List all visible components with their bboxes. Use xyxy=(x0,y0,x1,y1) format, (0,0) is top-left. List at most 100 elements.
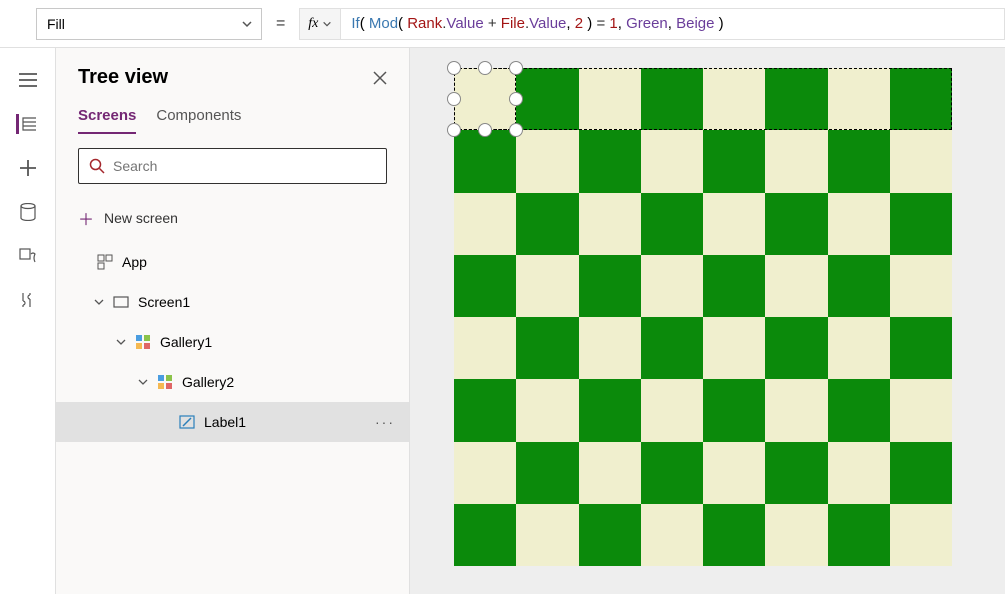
left-rail xyxy=(0,48,56,594)
board-cell[interactable] xyxy=(890,317,952,379)
board-cell[interactable] xyxy=(890,255,952,317)
gallery-icon xyxy=(134,333,152,351)
board-cell[interactable] xyxy=(765,68,827,130)
board-cell[interactable] xyxy=(828,255,890,317)
close-icon[interactable] xyxy=(373,71,387,85)
label-icon xyxy=(178,413,196,431)
board-cell[interactable] xyxy=(890,68,952,130)
board-cell[interactable] xyxy=(703,255,765,317)
board-cell[interactable] xyxy=(454,504,516,566)
board-cell[interactable] xyxy=(828,504,890,566)
board-cell[interactable] xyxy=(765,130,827,192)
new-screen-button[interactable]: ＋ New screen xyxy=(56,194,409,242)
board-cell[interactable] xyxy=(516,442,578,504)
board-cell[interactable] xyxy=(579,193,641,255)
new-screen-label: New screen xyxy=(104,210,178,226)
board-cell[interactable] xyxy=(579,255,641,317)
board-cell[interactable] xyxy=(454,193,516,255)
board-cell[interactable] xyxy=(765,255,827,317)
insert-icon[interactable] xyxy=(18,158,38,178)
board-cell[interactable] xyxy=(516,379,578,441)
tree-panel: Tree view Screens Components ＋ New scree… xyxy=(56,48,410,594)
board-cell[interactable] xyxy=(890,193,952,255)
chevron-down-icon xyxy=(322,19,332,29)
board-cell[interactable] xyxy=(454,317,516,379)
search-input[interactable] xyxy=(113,158,376,174)
board-cell[interactable] xyxy=(890,130,952,192)
board-cell[interactable] xyxy=(703,317,765,379)
board-cell[interactable] xyxy=(516,193,578,255)
board-cell[interactable] xyxy=(828,379,890,441)
board-cell[interactable] xyxy=(890,442,952,504)
board-cell[interactable] xyxy=(641,68,703,130)
board-cell[interactable] xyxy=(703,504,765,566)
board-cell[interactable] xyxy=(765,504,827,566)
board-cell[interactable] xyxy=(579,68,641,130)
board-cell[interactable] xyxy=(828,130,890,192)
board-cell[interactable] xyxy=(641,255,703,317)
board-cell[interactable] xyxy=(579,504,641,566)
board-cell[interactable] xyxy=(516,68,578,130)
tree-item-screen1[interactable]: Screen1 xyxy=(56,282,409,322)
formula-bar: Fill = fx If( Mod( Rank.Value + File.Val… xyxy=(0,0,1005,48)
data-icon[interactable] xyxy=(18,202,38,222)
board-cell[interactable] xyxy=(828,68,890,130)
gallery-icon xyxy=(156,373,174,391)
board-cell[interactable] xyxy=(454,442,516,504)
board-cell[interactable] xyxy=(454,130,516,192)
board-cell[interactable] xyxy=(703,130,765,192)
board-cell[interactable] xyxy=(828,442,890,504)
board-cell[interactable] xyxy=(516,504,578,566)
board-cell[interactable] xyxy=(641,504,703,566)
board-cell[interactable] xyxy=(516,317,578,379)
canvas[interactable] xyxy=(410,48,1005,594)
media-icon[interactable] xyxy=(18,246,38,266)
tree-item-label: Screen1 xyxy=(138,294,190,310)
screen-icon xyxy=(112,293,130,311)
board-cell[interactable] xyxy=(703,379,765,441)
app-icon xyxy=(96,253,114,271)
board-cell[interactable] xyxy=(641,193,703,255)
plus-icon: ＋ xyxy=(78,206,94,230)
tab-components[interactable]: Components xyxy=(156,107,241,134)
board-cell[interactable] xyxy=(579,130,641,192)
board-cell[interactable] xyxy=(641,379,703,441)
board-cell[interactable] xyxy=(828,193,890,255)
board-cell[interactable] xyxy=(454,68,516,130)
board-cell[interactable] xyxy=(641,130,703,192)
board-cell[interactable] xyxy=(765,379,827,441)
board-cell[interactable] xyxy=(890,379,952,441)
property-dropdown[interactable]: Fill xyxy=(36,8,262,40)
more-icon[interactable]: ··· xyxy=(375,414,395,430)
board-cell[interactable] xyxy=(641,442,703,504)
formula-input[interactable]: If( Mod( Rank.Value + File.Value, 2 ) = … xyxy=(341,8,1005,40)
board-cell[interactable] xyxy=(703,442,765,504)
tree-item-gallery1[interactable]: Gallery1 xyxy=(56,322,409,362)
board-cell[interactable] xyxy=(454,379,516,441)
board-cell[interactable] xyxy=(828,317,890,379)
hamburger-icon[interactable] xyxy=(18,70,38,90)
board-cell[interactable] xyxy=(516,130,578,192)
board-cell[interactable] xyxy=(703,193,765,255)
board-cell[interactable] xyxy=(765,193,827,255)
board-cell[interactable] xyxy=(579,442,641,504)
board-cell[interactable] xyxy=(454,255,516,317)
board-cell[interactable] xyxy=(765,442,827,504)
board-cell[interactable] xyxy=(641,317,703,379)
tree-search[interactable] xyxy=(78,148,387,184)
board-cell[interactable] xyxy=(765,317,827,379)
tree-item-gallery2[interactable]: Gallery2 xyxy=(56,362,409,402)
tree-item-label1[interactable]: Label1 ··· xyxy=(56,402,409,442)
board-cell[interactable] xyxy=(579,379,641,441)
board-cell[interactable] xyxy=(890,504,952,566)
tab-screens[interactable]: Screens xyxy=(78,107,136,134)
fx-button[interactable]: fx xyxy=(299,8,341,40)
chessboard-gallery[interactable] xyxy=(454,68,952,566)
tree-view-icon[interactable] xyxy=(16,114,36,134)
board-cell[interactable] xyxy=(516,255,578,317)
tools-icon[interactable] xyxy=(18,290,38,310)
tree-item-app[interactable]: App xyxy=(56,242,409,282)
board-cell[interactable] xyxy=(703,68,765,130)
search-icon xyxy=(89,158,105,174)
board-cell[interactable] xyxy=(579,317,641,379)
